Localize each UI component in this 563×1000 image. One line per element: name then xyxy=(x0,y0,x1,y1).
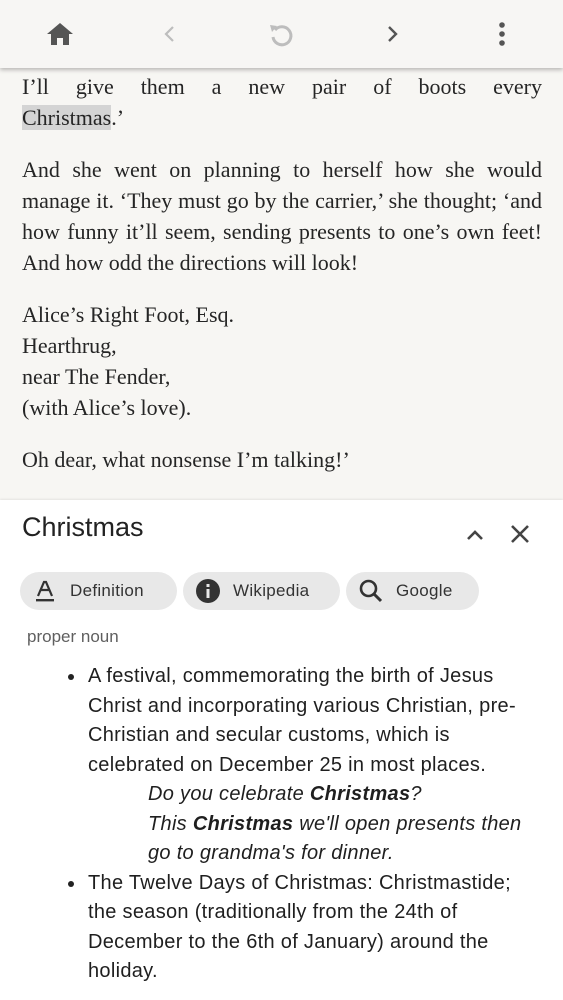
chevron-up-icon xyxy=(465,528,485,547)
example-sentence: Do you celebrate Christmas? xyxy=(148,783,422,805)
tab-wikipedia[interactable]: Wikipedia xyxy=(183,572,340,610)
more-vert-icon xyxy=(497,21,507,47)
more-menu-button[interactable] xyxy=(482,14,522,54)
tab-wikipedia-label: Wikipedia xyxy=(233,581,310,600)
highlighted-word[interactable]: Christmas xyxy=(22,105,112,130)
list-item: A festival, commemorating the birth of J… xyxy=(68,662,535,869)
rotate-icon xyxy=(267,20,295,48)
book-text: I’ll give them a new pair of boots every… xyxy=(22,68,542,500)
tab-definition[interactable]: Definition xyxy=(20,572,177,610)
list-item: The Twelve Days of Christmas: Christmast… xyxy=(68,869,535,987)
reset-button[interactable] xyxy=(261,14,301,54)
home-icon xyxy=(45,20,75,48)
text-line-2: Christmas.’ xyxy=(22,102,542,133)
tab-definition-label: Definition xyxy=(70,581,144,600)
text-format-icon xyxy=(32,578,58,604)
address-line: (with Alice’s love). xyxy=(22,395,192,420)
chevron-left-icon xyxy=(160,24,180,44)
tab-google[interactable]: Google xyxy=(346,572,479,610)
definition-text: A festival, commemorating the birth of J… xyxy=(88,665,516,776)
search-icon xyxy=(358,578,384,604)
definition-text: The Twelve Days of Christmas: Christmast… xyxy=(88,871,511,983)
top-toolbar xyxy=(0,0,563,68)
address-line: Alice’s Right Foot, Esq. xyxy=(22,302,235,327)
info-icon xyxy=(195,578,221,604)
close-icon xyxy=(509,523,531,550)
text-line-2-tail: .’ xyxy=(111,105,125,130)
part-of-speech: proper noun xyxy=(27,627,119,646)
paragraph-2: And she went on planning to herself how … xyxy=(22,157,542,275)
panel-title: Christmas xyxy=(22,512,144,542)
close-button[interactable] xyxy=(504,520,536,552)
forward-button[interactable] xyxy=(372,14,412,54)
chevron-right-icon xyxy=(382,24,402,44)
back-button[interactable] xyxy=(150,14,190,54)
example-sentence: This Christmas we'll open presents then … xyxy=(148,812,522,865)
paragraph-4: Oh dear, what nonsense I’m talking!’ xyxy=(22,447,350,472)
tab-google-label: Google xyxy=(396,581,453,600)
address-line: near The Fender, xyxy=(22,364,171,389)
text-line-1: I’ll give them a new pair of boots every xyxy=(22,74,542,99)
dictionary-panel: Christmas Definition Wikipedia Google pr… xyxy=(0,500,563,1000)
home-button[interactable] xyxy=(40,14,80,54)
collapse-button[interactable] xyxy=(460,522,490,552)
definitions: A festival, commemorating the birth of J… xyxy=(65,662,535,987)
address-line: Hearthrug, xyxy=(22,333,117,358)
